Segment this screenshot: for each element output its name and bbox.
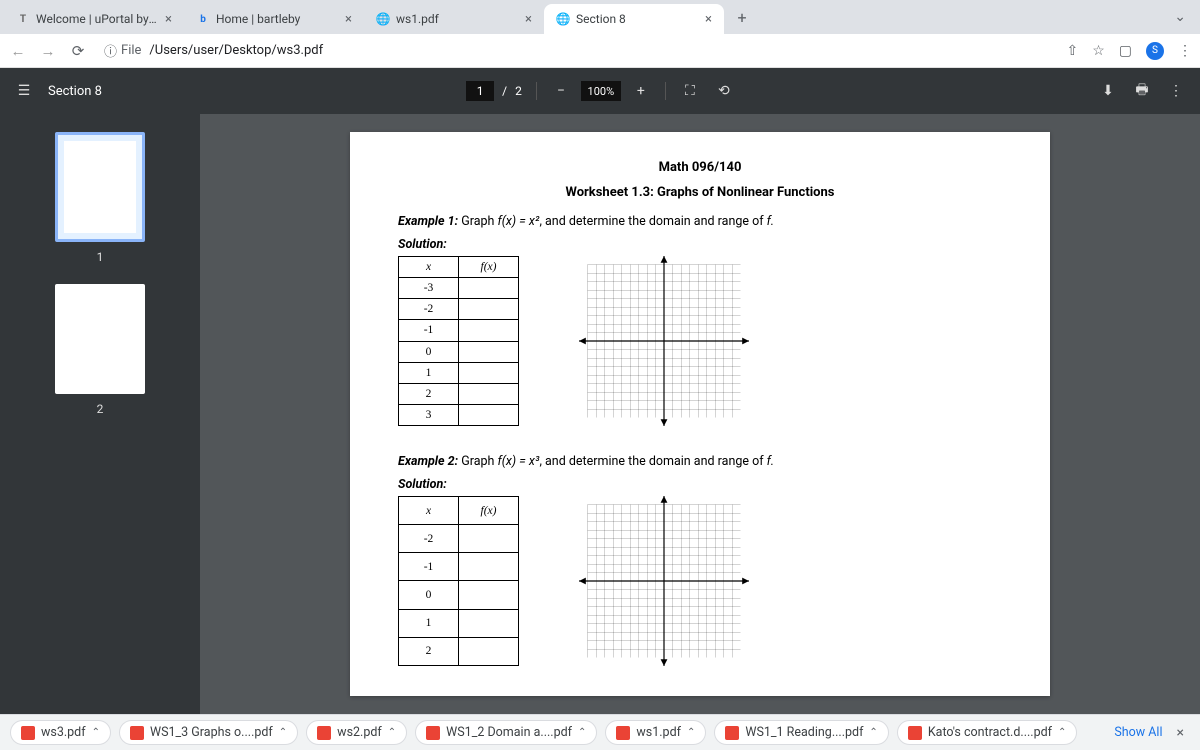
profile-avatar[interactable]: S <box>1146 42 1164 60</box>
chevron-up-icon[interactable]: ⌃ <box>92 727 100 738</box>
chevron-up-icon[interactable]: ⌃ <box>279 727 287 738</box>
back-button[interactable]: ← <box>8 41 28 61</box>
favicon-icon: T <box>16 12 30 26</box>
thumb-label: 2 <box>97 402 104 416</box>
divider <box>536 82 537 100</box>
worksheet-heading: Worksheet 1.3: Graphs of Nonlinear Funct… <box>398 185 1002 200</box>
zoom-in-button[interactable]: + <box>631 81 651 101</box>
pdf-icon <box>21 726 35 740</box>
more-icon[interactable]: ⋮ <box>1166 81 1186 101</box>
file-protocol-badge: ⓘFile <box>104 41 141 60</box>
fit-page-icon[interactable]: ⛶ <box>680 81 700 101</box>
chevron-up-icon[interactable]: ⌃ <box>388 727 396 738</box>
download-item[interactable]: WS1_2 Domain a....pdf⌃ <box>415 720 597 745</box>
download-item[interactable]: ws2.pdf⌃ <box>306 720 407 745</box>
share-icon[interactable]: ⇧ <box>1066 43 1078 59</box>
tab-uportal[interactable]: T Welcome | uPortal by Apereo × <box>4 4 184 34</box>
value-table-1: xf(x) -3 -2 -1 0 1 2 3 <box>398 256 519 426</box>
new-tab-button[interactable]: + <box>728 3 756 31</box>
pdf-icon <box>130 726 144 740</box>
chevron-down-icon[interactable]: ⌄ <box>1174 9 1186 25</box>
pdf-icon <box>317 726 331 740</box>
browser-tab-strip: T Welcome | uPortal by Apereo × b Home |… <box>0 0 1200 34</box>
tab-ws1[interactable]: 🌐 ws1.pdf × <box>364 4 544 34</box>
close-icon[interactable]: × <box>705 12 712 27</box>
menu-icon[interactable]: ☰ <box>14 81 34 101</box>
bookmark-icon[interactable]: ☆ <box>1092 43 1105 59</box>
show-all-downloads[interactable]: Show All <box>1114 725 1162 740</box>
side-panel-icon[interactable]: ▢ <box>1119 43 1132 59</box>
tab-bartleby[interactable]: b Home | bartleby × <box>184 4 364 34</box>
download-item[interactable]: Kato's contract.d....pdf⌃ <box>897 720 1078 745</box>
zoom-controls: − + <box>551 81 651 101</box>
globe-icon: 🌐 <box>376 12 390 26</box>
tab-label: ws1.pdf <box>396 12 519 26</box>
value-table-2: xf(x) -2 -1 0 1 2 <box>398 496 519 666</box>
chevron-up-icon[interactable]: ⌃ <box>578 727 586 738</box>
rotate-icon[interactable]: ⟲ <box>714 81 734 101</box>
solution-label: Solution: <box>398 237 1002 252</box>
pdf-document-title: Section 8 <box>48 84 102 99</box>
tab-label: Section 8 <box>576 12 699 26</box>
kebab-menu-icon[interactable]: ⋮ <box>1178 43 1192 59</box>
pdf-toolbar: ☰ Section 8 / 2 − + ⛶ ⟲ ⬇ 🖶 ⋮ <box>0 68 1200 114</box>
tab-label: Welcome | uPortal by Apereo <box>36 12 159 26</box>
close-icon[interactable]: × <box>525 12 532 27</box>
coordinate-grid-2 <box>579 496 749 666</box>
pdf-icon <box>616 726 630 740</box>
pdf-icon <box>908 726 922 740</box>
pdf-viewer-body: 1 2 Math 096/140 Worksheet 1.3: Graphs o… <box>0 114 1200 714</box>
thumb-label: 1 <box>97 250 104 264</box>
favicon-icon: b <box>196 12 210 26</box>
pdf-page-area[interactable]: Math 096/140 Worksheet 1.3: Graphs of No… <box>200 114 1200 714</box>
course-heading: Math 096/140 <box>398 160 1002 175</box>
download-item[interactable]: WS1_1 Reading....pdf⌃ <box>714 720 888 745</box>
thumbnail-panel: 1 2 <box>0 114 200 714</box>
reload-button[interactable]: ⟳ <box>68 41 88 61</box>
url-path: /Users/user/Desktop/ws3.pdf <box>149 43 323 58</box>
example-1: Example 1: Graph f(x) = x², and determin… <box>398 214 1002 229</box>
close-downloads-bar[interactable]: × <box>1171 725 1190 741</box>
page-controls: / 2 <box>466 81 522 101</box>
page-number-input[interactable] <box>466 81 494 101</box>
info-icon: ⓘ <box>104 41 117 60</box>
tab-section8[interactable]: 🌐 Section 8 × <box>544 4 724 34</box>
download-item[interactable]: ws3.pdf⌃ <box>10 720 111 745</box>
chevron-up-icon[interactable]: ⌃ <box>687 727 695 738</box>
window-controls: ⌄ <box>1174 9 1196 25</box>
print-icon[interactable]: 🖶 <box>1132 81 1152 101</box>
globe-icon: 🌐 <box>556 12 570 26</box>
download-icon[interactable]: ⬇ <box>1098 81 1118 101</box>
download-item[interactable]: ws1.pdf⌃ <box>605 720 706 745</box>
chevron-up-icon[interactable]: ⌃ <box>869 727 877 738</box>
example-2: Example 2: Graph f(x) = x³, and determin… <box>398 454 1002 469</box>
close-icon[interactable]: × <box>345 12 352 27</box>
divider <box>665 82 666 100</box>
pdf-icon <box>426 726 440 740</box>
chevron-up-icon[interactable]: ⌃ <box>1058 727 1066 738</box>
page-thumbnail-2[interactable] <box>55 284 145 394</box>
download-item[interactable]: WS1_3 Graphs o....pdf⌃ <box>119 720 298 745</box>
pdf-page: Math 096/140 Worksheet 1.3: Graphs of No… <box>350 132 1050 696</box>
downloads-bar: ws3.pdf⌃ WS1_3 Graphs o....pdf⌃ ws2.pdf⌃… <box>0 714 1200 750</box>
tab-label: Home | bartleby <box>216 12 339 26</box>
page-total: 2 <box>515 84 522 98</box>
forward-button[interactable]: → <box>38 41 58 61</box>
solution-block-2: xf(x) -2 -1 0 1 2 <box>398 496 1002 666</box>
pdf-icon <box>725 726 739 740</box>
zoom-out-button[interactable]: − <box>551 81 571 101</box>
page-separator: / <box>502 84 507 98</box>
url-field[interactable]: ⓘFile /Users/user/Desktop/ws3.pdf <box>98 41 1056 60</box>
page-thumbnail-1[interactable] <box>55 132 145 242</box>
address-bar: ← → ⟳ ⓘFile /Users/user/Desktop/ws3.pdf … <box>0 34 1200 68</box>
close-icon[interactable]: × <box>165 12 172 27</box>
solution-block-1: xf(x) -3 -2 -1 0 1 2 3 <box>398 256 1002 426</box>
coordinate-grid-1 <box>579 256 749 426</box>
solution-label: Solution: <box>398 477 1002 492</box>
zoom-level-input[interactable] <box>581 81 621 101</box>
